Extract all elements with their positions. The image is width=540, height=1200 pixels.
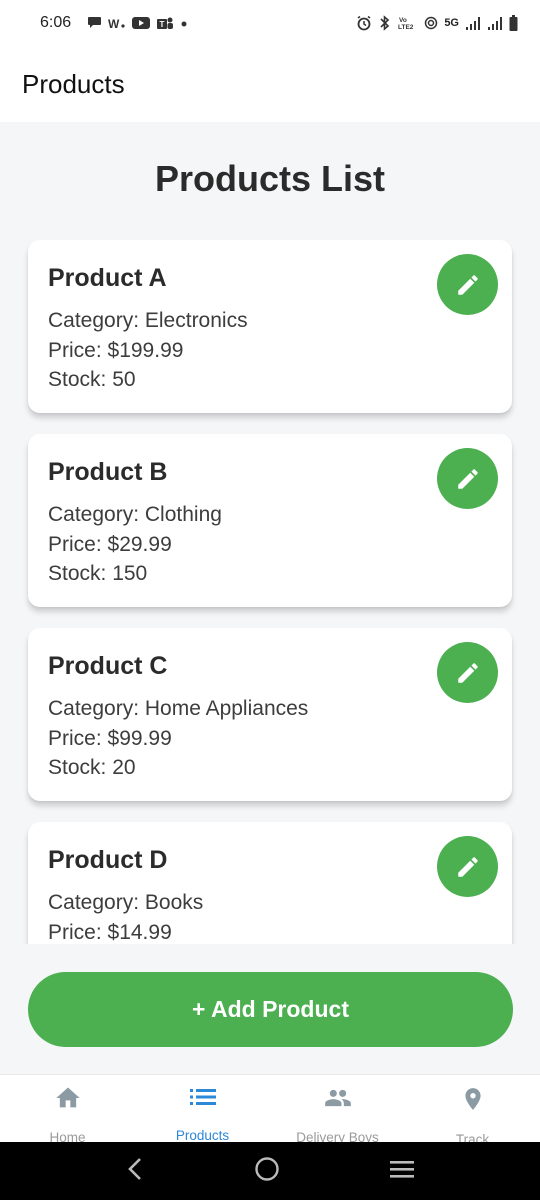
product-stock: Stock: 150 [48, 562, 148, 585]
signal-strength-1-icon [465, 16, 481, 30]
app-bar: Products [0, 46, 540, 122]
system-navigation-bar [0, 1142, 540, 1200]
page-title: Products List [154, 158, 386, 199]
notification-icons: W T [87, 16, 188, 30]
product-category: Category: Books [48, 891, 204, 914]
product-price: Price: $29.99 [48, 532, 172, 556]
alarm-icon [356, 15, 372, 31]
pencil-icon [457, 856, 478, 877]
pencil-icon [457, 274, 478, 295]
nav-label: Products [175, 1128, 230, 1143]
more-notifications-dot-icon [180, 16, 188, 30]
add-product-button[interactable]: + Add Product [28, 972, 513, 1047]
nav-item-delivery-boys[interactable]: Delivery Boys [270, 1075, 405, 1145]
product-stock: Stock: 20 [48, 756, 136, 779]
product-card: Product A Category: Electronics Price: $… [28, 240, 512, 413]
recents-icon[interactable] [388, 1157, 416, 1186]
product-price: Price: $199.99 [48, 338, 184, 362]
network-type: 5G [444, 17, 459, 29]
hotspot-icon [424, 16, 438, 30]
product-card: Product D Category: Books Price: $14.99 [28, 822, 512, 944]
product-stock: Stock: 50 [48, 368, 136, 391]
product-name: Product A [48, 264, 167, 292]
product-card: Product B Category: Clothing Price: $29.… [28, 434, 512, 607]
app-bar-title: Products [22, 68, 125, 99]
edit-product-button[interactable] [437, 836, 498, 897]
product-category: Category: Clothing [48, 503, 222, 526]
edit-product-button[interactable] [437, 448, 498, 509]
product-name: Product D [48, 846, 168, 874]
products-scroll-area[interactable]: Products List Product A Category: Electr… [0, 122, 540, 944]
svg-text:Vo: Vo [399, 17, 407, 24]
pencil-icon [457, 662, 478, 683]
wifi-calling-icon: W [108, 16, 126, 30]
status-time: 6:06 [40, 14, 72, 31]
edit-product-button[interactable] [437, 254, 498, 315]
product-name: Product B [48, 458, 168, 486]
people-icon [321, 1084, 355, 1112]
youtube-icon [132, 16, 151, 30]
svg-text:LTE2: LTE2 [398, 24, 414, 31]
chat-bubble-icon [87, 16, 102, 30]
nav-item-track[interactable]: Track [405, 1075, 540, 1147]
system-status-icons: Vo LTE2 5G [356, 15, 518, 31]
product-category: Category: Home Appliances [48, 697, 309, 720]
signal-strength-2-icon [487, 16, 503, 30]
product-card: Product C Category: Home Appliances Pric… [28, 628, 512, 801]
nav-item-products[interactable]: Products [135, 1075, 270, 1143]
svg-text:W: W [108, 17, 120, 30]
nav-item-home[interactable]: Home [0, 1075, 135, 1145]
list-icon [188, 1084, 218, 1110]
home-icon [53, 1084, 83, 1112]
teams-icon: T [156, 16, 174, 30]
pencil-icon [457, 468, 478, 489]
bottom-navigation: Home Products Delivery Boys Track [0, 1074, 540, 1147]
home-circle-icon[interactable] [254, 1156, 280, 1187]
product-price: Price: $14.99 [48, 920, 172, 944]
volte-icon: Vo LTE2 [398, 15, 418, 31]
status-bar: 6:06 W T Vo LTE2 5G [0, 0, 540, 46]
product-category: Category: Electronics [48, 309, 248, 332]
battery-icon [509, 15, 518, 31]
bluetooth-icon [378, 15, 392, 31]
product-price: Price: $99.99 [48, 726, 172, 750]
svg-text:T: T [160, 20, 165, 29]
product-name: Product C [48, 652, 168, 680]
edit-product-button[interactable] [437, 642, 498, 703]
back-icon[interactable] [124, 1156, 146, 1187]
location-pin-icon [460, 1084, 486, 1114]
